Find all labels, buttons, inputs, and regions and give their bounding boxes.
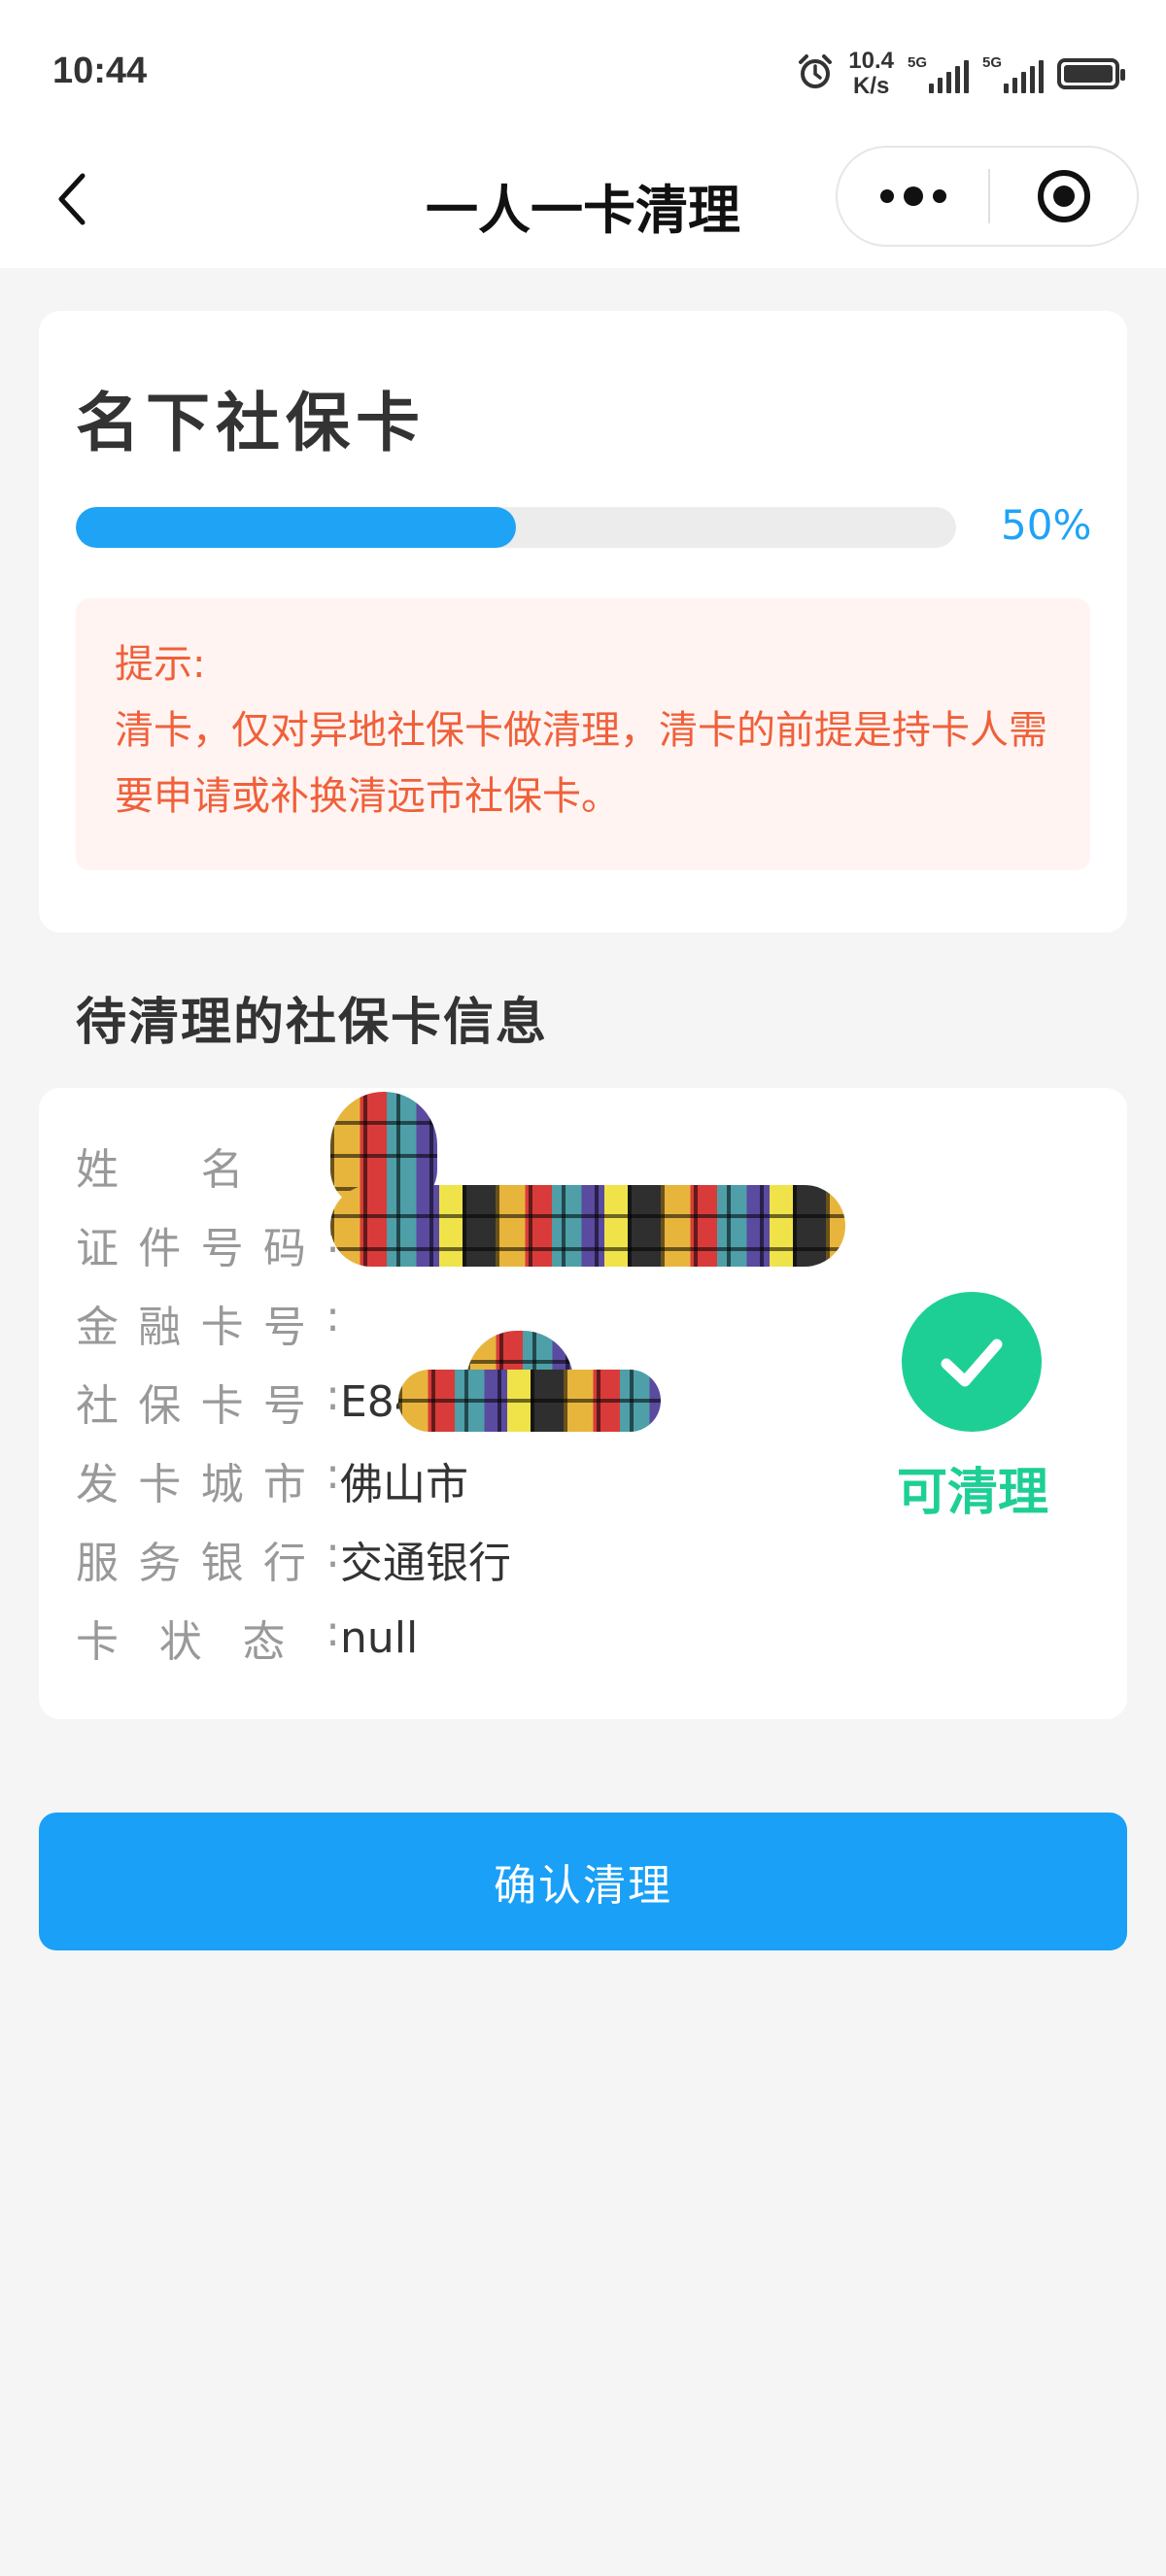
info-value: null [340, 1612, 419, 1663]
status-icons: 10.4 K/s 5G 5G [796, 47, 1125, 101]
redaction-mark [398, 1370, 661, 1432]
info-label: 证件号码: [76, 1213, 340, 1273]
card-title: 名下社保卡 [76, 386, 426, 460]
signal-label-2: 5G [982, 54, 1003, 71]
close-button[interactable] [990, 148, 1137, 245]
info-label: 金融卡号: [76, 1292, 340, 1352]
info-value: 佛山市 [340, 1460, 468, 1509]
target-circle-icon [1037, 170, 1090, 222]
info-row-name: 姓名: [76, 1135, 340, 1195]
info-label: 卡状态: [76, 1607, 340, 1667]
section-title: 待清理的社保卡信息 [76, 994, 549, 1052]
tip-label: 提示: [115, 642, 206, 687]
info-row-bank: 服务银行: 交通银行 [76, 1528, 511, 1588]
mini-program-capsule [836, 146, 1139, 247]
info-row-bank-card: 金融卡号: [76, 1292, 340, 1352]
redaction-mark [330, 1185, 845, 1267]
net-speed-value: 10.4 [848, 48, 894, 74]
info-label: 发卡城市: [76, 1449, 340, 1509]
tip-text: 清卡，仅对异地社保卡做清理，清卡的前提是持卡人需要申请或补换清远市社保卡。 [115, 708, 1047, 819]
progress-text: 50% [1001, 501, 1092, 549]
info-row-city: 发卡城市: 佛山市 [76, 1449, 468, 1509]
more-button[interactable] [838, 148, 988, 245]
status-bar: 10:44 10.4 K/s 5G 5G [0, 0, 1166, 146]
info-row-status: 卡状态: null [76, 1607, 419, 1667]
signal-icon-1: 5G [908, 54, 969, 93]
nav-bar: 一人一卡清理 [0, 146, 1166, 268]
signal-label-1: 5G [908, 54, 928, 71]
info-label: 社保卡号: [76, 1371, 340, 1431]
check-circle-icon [902, 1292, 1042, 1432]
tip-box: 提示: 清卡，仅对异地社保卡做清理，清卡的前提是持卡人需要申请或补换清远市社保卡… [76, 598, 1090, 870]
progress-bar [76, 507, 956, 548]
status-time: 10:44 [52, 51, 148, 91]
alarm-icon [796, 52, 835, 95]
info-label: 姓名: [76, 1135, 340, 1195]
net-speed: 10.4 K/s [848, 49, 894, 99]
info-row-ss-card: 社保卡号: E84 [76, 1371, 422, 1431]
status-text: 可清理 [896, 1464, 1048, 1522]
confirm-button[interactable]: 确认清理 [39, 1813, 1127, 1950]
info-label: 服务银行: [76, 1528, 340, 1588]
info-value: 交通银行 [340, 1539, 511, 1588]
net-speed-unit: K/s [852, 73, 890, 99]
card-info: 姓名: 证件号码: 金融卡号: 社保卡号: E84 发卡城市: 佛山市 服务银行… [39, 1088, 1127, 1719]
battery-icon [1057, 58, 1125, 89]
summary-card: 名下社保卡 50% 提示: 清卡，仅对异地社保卡做清理，清卡的前提是持卡人需要申… [39, 311, 1127, 932]
signal-icon-2: 5G [982, 54, 1044, 93]
info-row-id: 证件号码: [76, 1213, 340, 1273]
progress-fill [76, 507, 516, 548]
more-dots-icon [879, 189, 894, 203]
